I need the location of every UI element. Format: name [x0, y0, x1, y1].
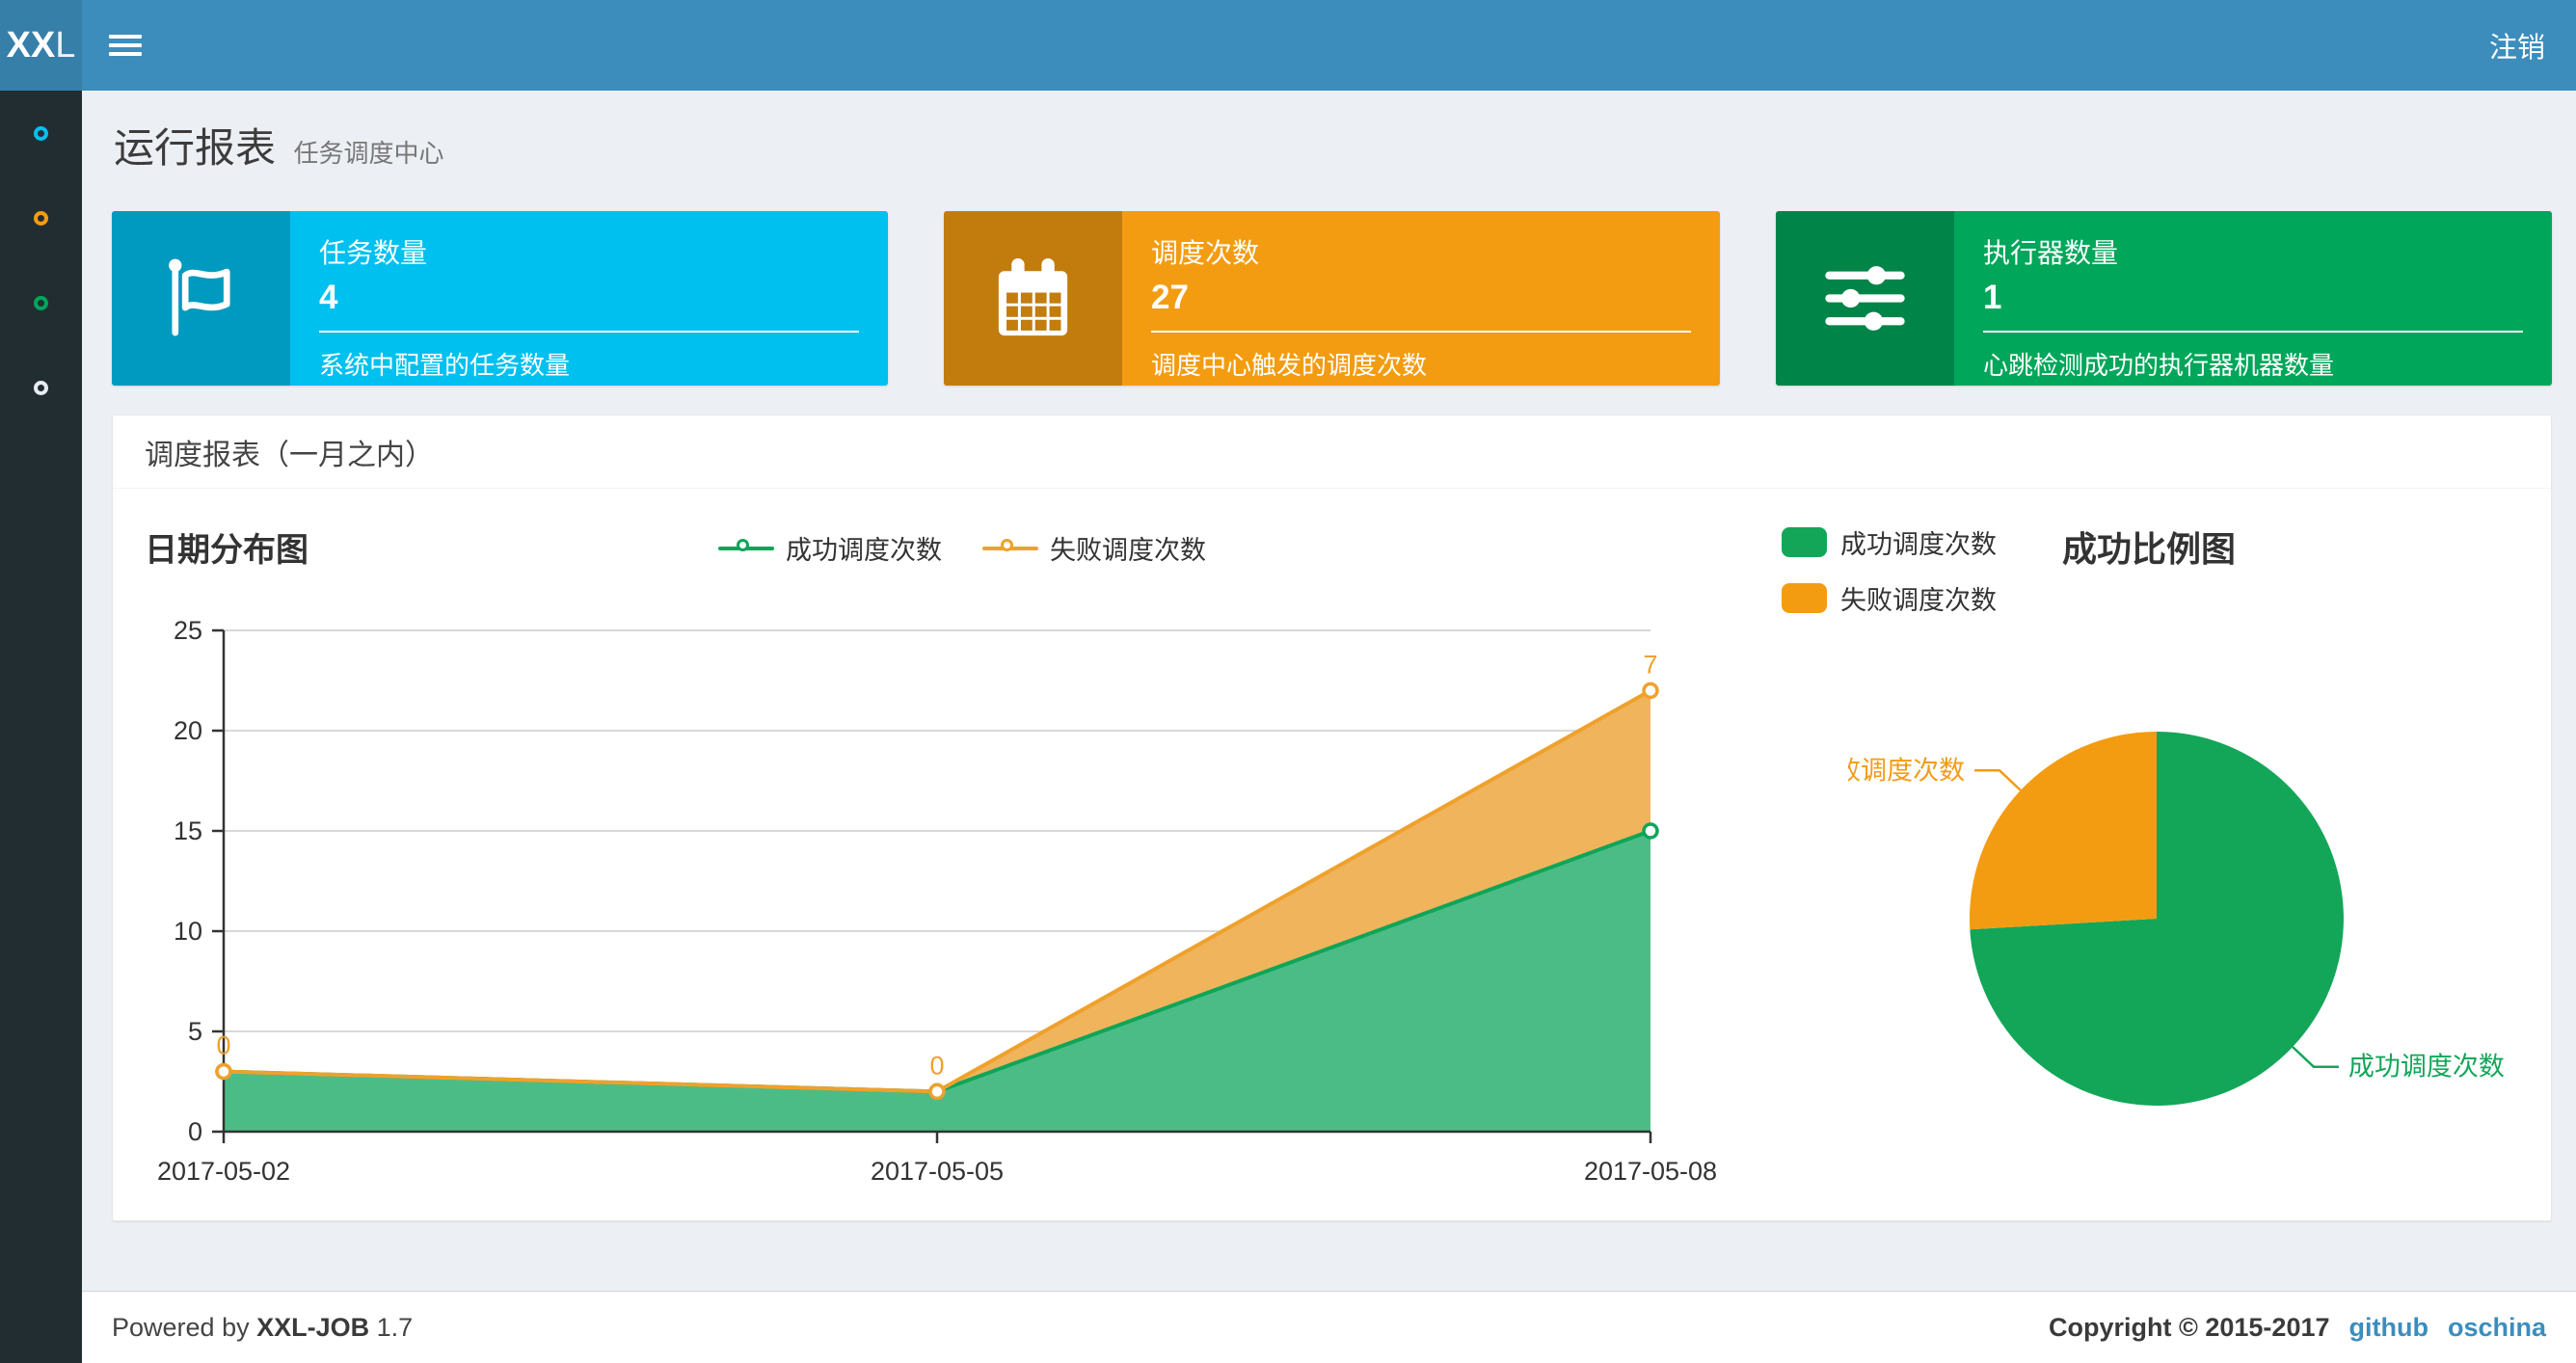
svg-text:2017-05-05: 2017-05-05 — [871, 1157, 1004, 1186]
svg-text:20: 20 — [174, 716, 202, 745]
legend-swatch — [1782, 527, 1827, 557]
info-box-description: 心跳检测成功的执行器机器数量 — [1983, 331, 2523, 382]
sidebar-item-3[interactable] — [0, 260, 82, 345]
circle-outline-icon — [34, 125, 48, 141]
footer-copyright: Copyright © 2015-2017 github oschina — [2048, 1312, 2546, 1342]
page-subtitle: 任务调度中心 — [293, 139, 444, 168]
svg-text:0: 0 — [929, 1051, 944, 1080]
sliders-icon — [1776, 211, 1954, 386]
pie-chart[interactable]: 成功调度次数 失败调度次数 — [1848, 489, 2553, 1221]
logout-link[interactable]: 注销 — [2458, 0, 2576, 91]
main-content: 运行报表 任务调度中心 任务数量 4 系统中配置的任务数量 调度次数 27 调度… — [82, 91, 2576, 1291]
info-box-row: 任务数量 4 系统中配置的任务数量 调度次数 27 调度中心触发的调度次数 执行… — [112, 211, 2552, 386]
sidebar-item-2[interactable] — [0, 175, 82, 260]
top-navbar: XX L 注销 — [0, 0, 2576, 91]
svg-text:成功调度次数: 成功调度次数 — [2348, 1053, 2505, 1082]
page-title: 运行报表 — [114, 125, 277, 171]
circle-outline-icon — [34, 380, 48, 395]
app-logo[interactable]: XX L — [0, 0, 82, 91]
legend-swatch — [1782, 583, 1827, 613]
circle-outline-icon — [34, 295, 48, 310]
sidebar-item-4[interactable] — [0, 345, 82, 430]
product-name: XXL-JOB — [256, 1312, 370, 1342]
report-card: 调度报表（一月之内） 日期分布图 成功调度次数 失败调度次数 0 5 10 15… — [112, 414, 2552, 1221]
info-box-job-count: 任务数量 4 系统中配置的任务数量 — [112, 211, 888, 386]
info-box-description: 调度中心触发的调度次数 — [1151, 331, 1691, 382]
svg-text:0: 0 — [216, 1031, 230, 1060]
report-card-header: 调度报表（一月之内） — [113, 415, 2551, 489]
sidebar — [0, 91, 82, 1363]
report-card-body: 日期分布图 成功调度次数 失败调度次数 0 5 10 15 20 25 2017… — [113, 489, 2551, 1221]
info-box-value: 27 — [1151, 279, 1189, 316]
info-box-value: 1 — [1983, 279, 2002, 316]
info-box-trigger-count: 调度次数 27 调度中心触发的调度次数 — [944, 211, 1720, 386]
calendar-icon — [944, 211, 1122, 386]
svg-text:15: 15 — [174, 816, 202, 845]
info-box-label: 任务数量 — [319, 238, 428, 268]
info-box-value: 4 — [319, 279, 338, 316]
page-header: 运行报表 任务调度中心 — [114, 116, 2546, 174]
info-box-executor-count: 执行器数量 1 心跳检测成功的执行器机器数量 — [1776, 211, 2552, 386]
hamburger-icon — [109, 35, 142, 39]
footer-powered-by: Powered by XXL-JOB 1.7 — [112, 1312, 414, 1342]
sidebar-item-1[interactable] — [0, 91, 82, 175]
flag-icon — [112, 211, 290, 386]
info-box-label: 调度次数 — [1151, 238, 1260, 268]
footer: Powered by XXL-JOB 1.7 Copyright © 2015-… — [82, 1291, 2576, 1363]
logo-text-bold: XX — [6, 24, 56, 66]
info-box-label: 执行器数量 — [1983, 238, 2119, 268]
circle-outline-icon — [34, 210, 48, 226]
stacked-area-chart[interactable]: 05101520252017-05-02 2017-05-05 2017-05-08… — [113, 489, 1848, 1221]
info-box-description: 系统中配置的任务数量 — [319, 331, 859, 382]
svg-text:25: 25 — [174, 616, 202, 645]
svg-text:2017-05-08: 2017-05-08 — [1584, 1157, 1717, 1186]
svg-text:2017-05-02: 2017-05-02 — [157, 1157, 290, 1186]
report-card-title: 调度报表（一月之内） — [145, 439, 434, 471]
sidebar-toggle-button[interactable] — [109, 29, 142, 62]
svg-text:10: 10 — [174, 917, 202, 946]
svg-text:7: 7 — [1643, 650, 1657, 679]
svg-text:0: 0 — [188, 1117, 202, 1146]
oschina-link[interactable]: oschina — [2448, 1313, 2546, 1342]
logo-text-light: L — [55, 24, 76, 66]
github-link[interactable]: github — [2349, 1313, 2428, 1342]
svg-text:5: 5 — [188, 1017, 202, 1046]
svg-text:失败调度次数: 失败调度次数 — [1848, 756, 1965, 785]
